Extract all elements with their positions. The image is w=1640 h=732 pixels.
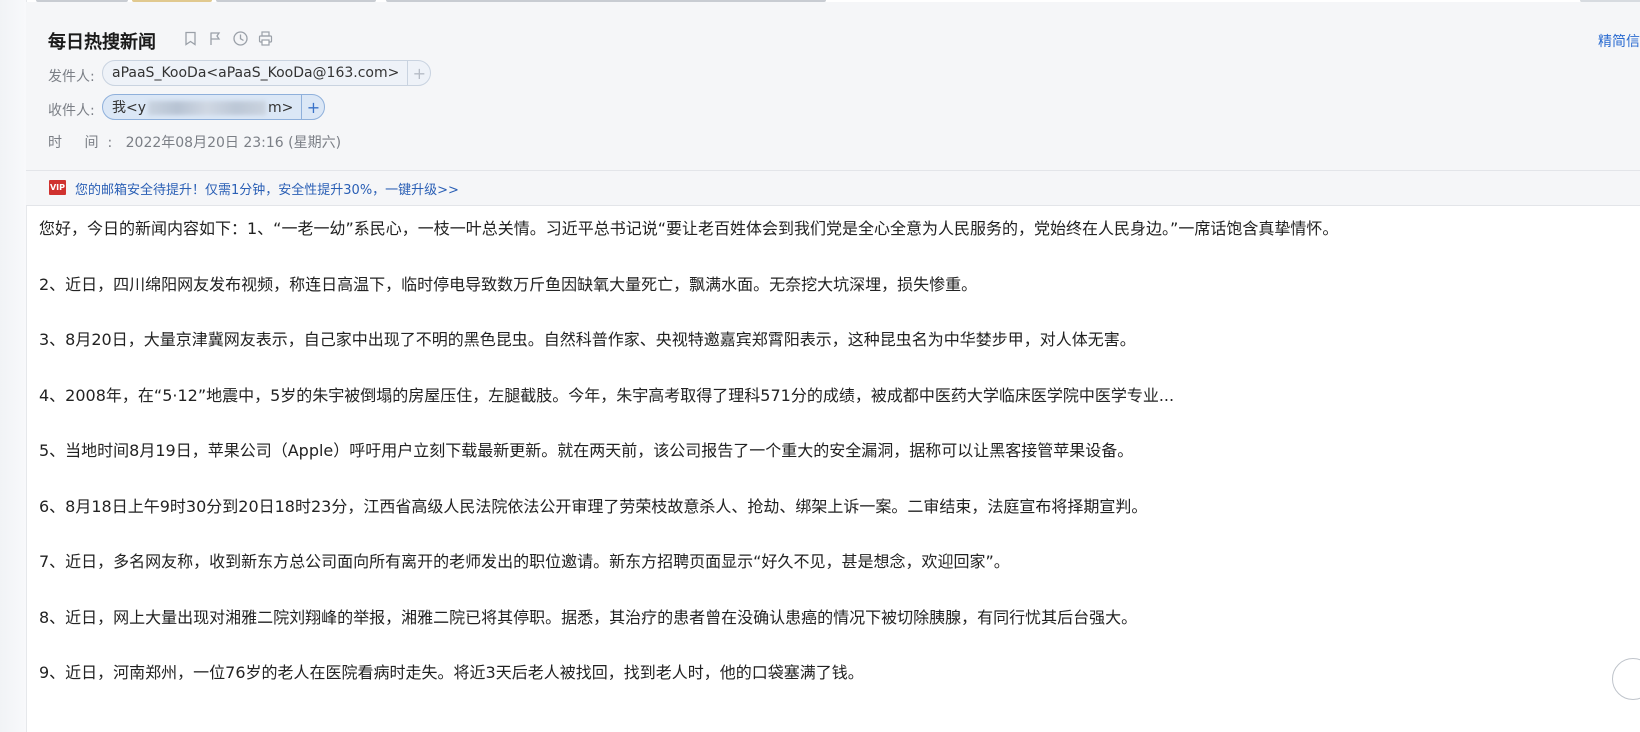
body-paragraph: 2、近日，四川绵阳网友发布视频，称连日高温下，临时停电导致数万斤鱼因缺氧大量死亡… [39,274,978,294]
time-value: 2022年08月20日 23:16 (星期六) [125,135,342,151]
redacted-address [148,101,267,115]
mail-header: 每日热搜新闻 精简信 发件人: aPaaS_KooDa<aPaaS_KooDa@… [26,2,1640,171]
flag-icon[interactable] [207,30,224,47]
print-icon[interactable] [257,30,274,47]
body-paragraph: 3、8月20日，大量京津冀网友表示，自己家中出现了不明的黑色昆虫。自然科普作家、… [39,330,1136,349]
time-label: 时 间: [48,135,122,151]
sender-address: aPaaS_KooDa<aPaaS_KooDa@163.com> [112,65,400,81]
body-paragraph: 8、近日，网上大量出现对湘雅二院刘翔峰的举报，湘雅二院已将其停职。据悉，其治疗的… [39,607,1138,627]
body-paragraph: 7、近日，多名网友称，收到新东方总公司面向所有离开的老师发出的职位邀请。新东方招… [39,552,1010,571]
body-paragraph: 您好，今日的新闻内容如下：1、“一老一幼”系民心，一枝一叶总关情。习近平总书记说… [39,219,1339,238]
clock-icon[interactable] [232,30,249,47]
left-panel-edge [0,0,27,732]
body-paragraph: 5、当地时间8月19日，苹果公司（Apple）呼吁用户立刻下载最新更新。就在两天… [39,441,1134,460]
bookmark-icon[interactable] [182,30,199,47]
add-contact-icon[interactable]: + [407,61,430,85]
simple-view-link[interactable]: 精简信 [1598,31,1640,51]
time-row: 时 间: 2022年08月20日 23:16 (星期六) [48,132,341,152]
recipient-chip[interactable]: 我<y m> + [102,94,326,120]
vip-icon: VIP [49,180,66,195]
recipient-suffix: m> [268,100,294,116]
recipient-label: 收件人: [48,103,95,119]
add-recipient-icon[interactable]: + [301,95,324,119]
mail-body: 您好，今日的新闻内容如下：1、“一老一幼”系民心，一枝一叶总关情。习近平总书记说… [39,218,1619,718]
body-paragraph: 4、2008年，在“5·12”地震中，5岁的朱宇被倒塌的房屋压住，左腿截肢。今年… [39,385,1175,405]
body-paragraph: 6、8月18日上午9时30分到20日18时23分，江西省高级人民法院依法公开审理… [39,496,1148,516]
mail-subject: 每日热搜新闻 [48,32,156,53]
sender-chip[interactable]: aPaaS_KooDa<aPaaS_KooDa@163.com> + [102,60,432,86]
body-paragraph: 9、近日，河南郑州，一位76岁的老人在医院看病时走失。将近3天后老人被找回，找到… [39,663,864,682]
subject-actions [182,30,274,47]
sender-label: 发件人: [48,69,95,85]
recipient-address: 我<y m> [103,97,301,117]
recipient-prefix: 我<y [112,100,147,116]
security-notice: VIP 您的邮箱安全待提升！仅需1分钟，安全性提升30%，一键升级>> [26,171,1640,206]
security-upgrade-link[interactable]: 您的邮箱安全待提升！仅需1分钟，安全性提升30%，一键升级>> [75,179,459,198]
